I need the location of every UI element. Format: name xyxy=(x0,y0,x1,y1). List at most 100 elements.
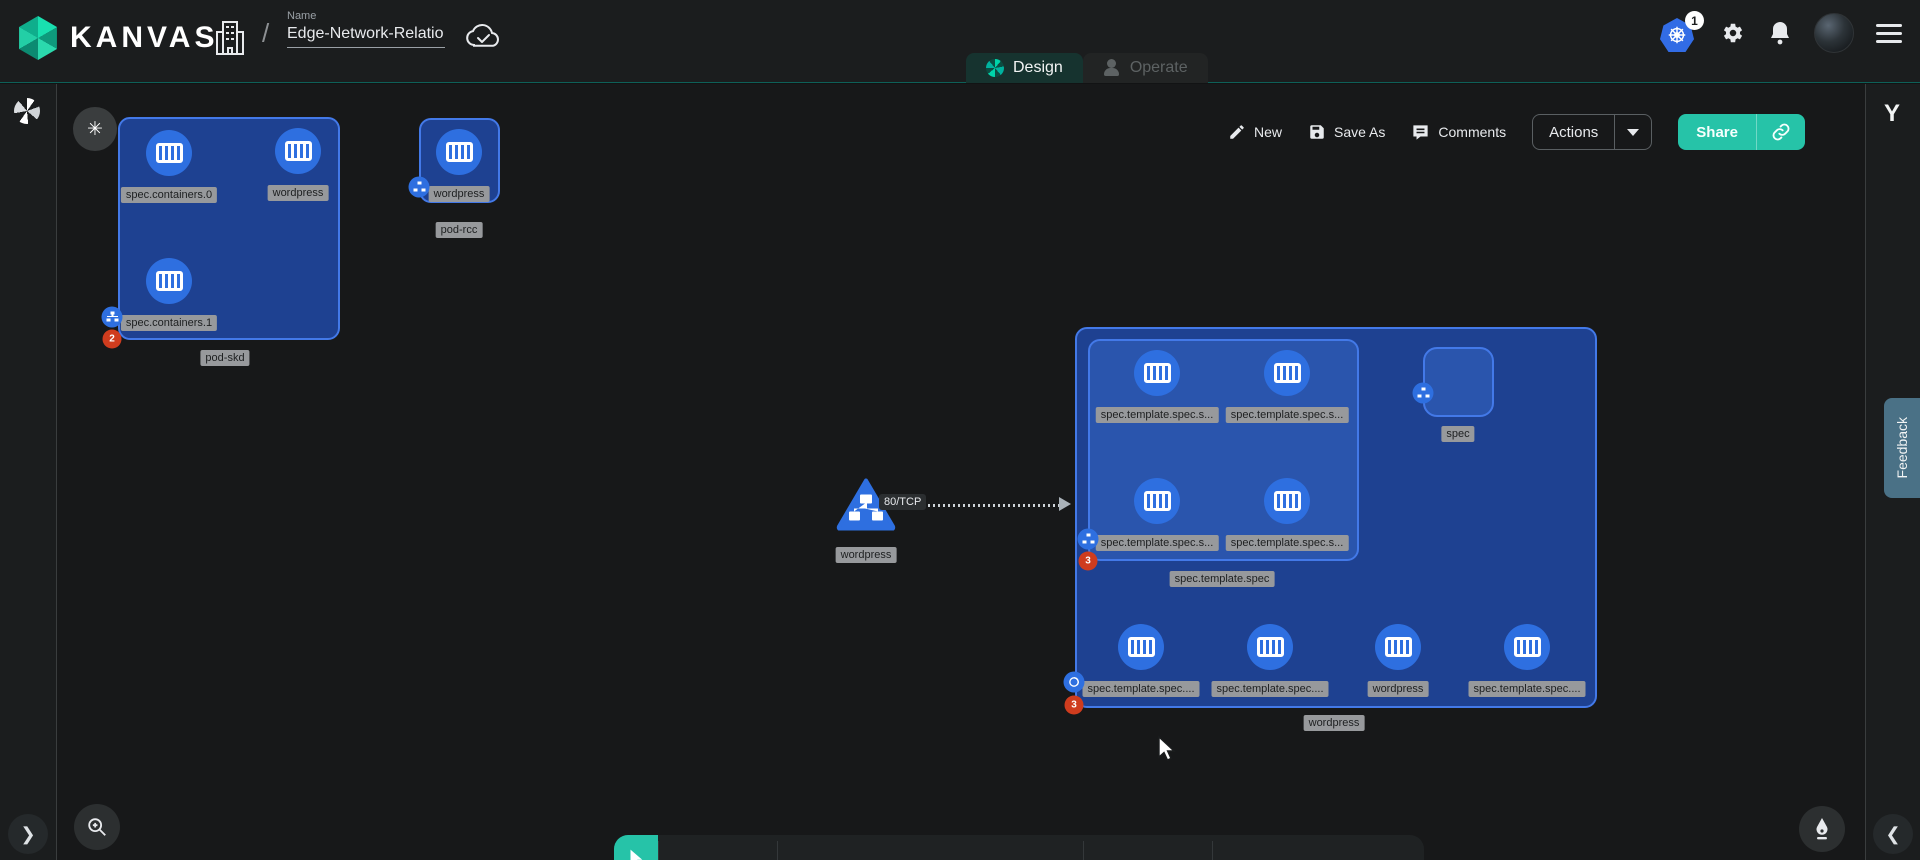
group-spec-template-spec[interactable] xyxy=(1088,339,1359,561)
container-icon xyxy=(285,141,312,161)
save-as-label: Save As xyxy=(1334,124,1385,140)
new-label: New xyxy=(1254,124,1282,140)
node-container[interactable] xyxy=(436,129,482,175)
zoom-button[interactable] xyxy=(74,804,120,850)
node-label: spec.template.spec.s... xyxy=(1226,407,1349,423)
tab-operate[interactable]: Operate xyxy=(1083,53,1208,83)
settings-button[interactable] xyxy=(1720,20,1746,46)
hierarchy-badge[interactable] xyxy=(1078,529,1099,550)
help-tool-button[interactable]: ? xyxy=(1350,853,1402,860)
node-label: wordpress xyxy=(836,547,897,563)
brand[interactable]: KANVAS xyxy=(16,16,218,60)
node-label: wordpress xyxy=(429,186,490,202)
node-label: spec.template.spec.... xyxy=(1083,681,1200,697)
node-container[interactable] xyxy=(1264,350,1310,396)
hierarchy-badge[interactable] xyxy=(1413,383,1434,404)
kubernetes-tool-button[interactable] xyxy=(720,853,772,860)
shapes-tool-button[interactable] xyxy=(786,853,838,860)
actions-dropdown: Actions xyxy=(1532,114,1652,150)
image-tool-button[interactable] xyxy=(905,853,957,860)
chevron-down-icon xyxy=(1627,129,1639,136)
header-right: 1 xyxy=(1660,13,1902,53)
kanvas-app: KANVAS / Name Design xyxy=(0,0,1920,860)
actions-button[interactable]: Actions xyxy=(1533,124,1614,141)
notifications-button[interactable] xyxy=(1768,20,1792,46)
container-icon xyxy=(1385,637,1412,657)
container-icon xyxy=(1128,637,1155,657)
feedback-label: Feedback xyxy=(1894,417,1910,478)
node-container[interactable] xyxy=(1134,350,1180,396)
node-container[interactable] xyxy=(1375,624,1421,670)
comment-tool-button[interactable] xyxy=(845,853,897,860)
comments-button[interactable]: Comments xyxy=(1411,123,1506,142)
magnifier-icon xyxy=(86,816,108,838)
meshery-badge[interactable] xyxy=(1064,672,1085,693)
meshery-swirl-icon[interactable] xyxy=(14,98,40,124)
cloud-save-status-icon xyxy=(464,22,502,57)
mode-tabs: Design Operate xyxy=(966,53,1208,83)
node-container[interactable] xyxy=(146,258,192,304)
error-count-badge[interactable]: 3 xyxy=(1065,696,1084,715)
node-label: spec.containers.0 xyxy=(121,187,217,203)
expand-right-panel-button[interactable]: ❮ xyxy=(1873,814,1913,854)
save-icon xyxy=(1308,123,1326,141)
ink-pen-button[interactable] xyxy=(1799,806,1845,852)
kubernetes-context-button[interactable]: 1 xyxy=(1660,15,1698,51)
right-rail-top-glyph[interactable]: Y xyxy=(1884,100,1900,128)
save-as-button[interactable]: Save As xyxy=(1308,123,1385,141)
expand-left-panel-button[interactable]: ❯ xyxy=(8,814,48,854)
node-container[interactable] xyxy=(1134,478,1180,524)
container-icon xyxy=(446,142,473,162)
new-button[interactable]: New xyxy=(1228,123,1282,141)
components-tool-button[interactable] xyxy=(664,853,716,860)
pointer-tools xyxy=(614,835,658,860)
context-count-badge: 1 xyxy=(1685,11,1704,30)
text-tool-button[interactable]: T xyxy=(964,853,1016,860)
organization-icon[interactable] xyxy=(215,18,245,63)
feedback-tab[interactable]: Feedback xyxy=(1884,398,1920,498)
hierarchy-badge[interactable] xyxy=(102,307,123,328)
header: KANVAS / Name Design xyxy=(0,0,1920,83)
freehand-tool-button[interactable] xyxy=(1152,853,1204,860)
pen-tool-button[interactable] xyxy=(1092,853,1144,860)
group-label: pod-skd xyxy=(200,350,249,366)
group-label: pod-rcc xyxy=(436,222,483,238)
design-name-label: Name xyxy=(287,10,447,22)
node-container[interactable] xyxy=(146,130,192,176)
menu-button[interactable] xyxy=(1876,24,1902,43)
annotation-section: T xyxy=(778,835,1083,860)
brand-name: KANVAS xyxy=(70,21,218,55)
share-button[interactable]: Share xyxy=(1678,124,1756,141)
drawer-tool-button[interactable] xyxy=(1224,853,1276,860)
user-avatar[interactable] xyxy=(1814,13,1854,53)
design-canvas[interactable]: New Save As Comments Actions Share xyxy=(57,84,1865,860)
node-container[interactable] xyxy=(1504,624,1550,670)
node-label: spec.template.spec.s... xyxy=(1096,535,1219,551)
select-tool-button[interactable] xyxy=(614,835,658,860)
copy-link-button[interactable] xyxy=(1756,114,1805,150)
node-container[interactable] xyxy=(1264,478,1310,524)
node-container[interactable] xyxy=(1118,624,1164,670)
container-icon xyxy=(1144,363,1171,383)
tab-design[interactable]: Design xyxy=(966,53,1083,83)
error-count-badge[interactable]: 3 xyxy=(1079,552,1098,571)
actions-caret-button[interactable] xyxy=(1614,115,1651,149)
node-label: wordpress xyxy=(268,185,329,201)
design-name-field: Name xyxy=(287,10,447,48)
kanvas-logo-icon xyxy=(16,16,60,60)
node-container[interactable] xyxy=(275,128,321,174)
hierarchy-badge[interactable] xyxy=(409,177,430,198)
pod-collapsed-icon[interactable]: ✳ xyxy=(73,107,117,151)
error-count-badge[interactable]: 2 xyxy=(103,330,122,349)
breadcrumb-separator: / xyxy=(262,18,269,49)
node-label: spec.template.spec.... xyxy=(1212,681,1329,697)
node-spec[interactable] xyxy=(1423,347,1494,417)
design-name-input[interactable] xyxy=(287,22,445,48)
node-label: spec xyxy=(1441,426,1474,442)
node-label: spec.template.spec.s... xyxy=(1096,407,1219,423)
node-container[interactable] xyxy=(1247,624,1293,670)
container-icon xyxy=(1144,491,1171,511)
tab-operate-label: Operate xyxy=(1130,59,1188,77)
sticky-note-tool-button[interactable] xyxy=(1024,853,1076,860)
layers-tool-button[interactable] xyxy=(1287,853,1339,860)
